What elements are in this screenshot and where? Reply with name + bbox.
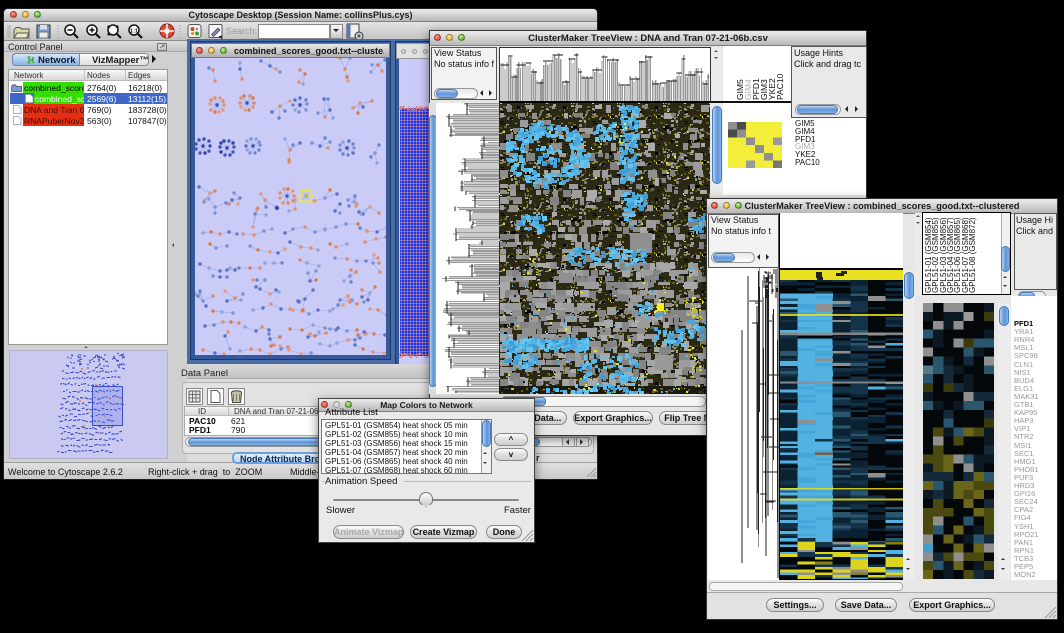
svg-text:1:1: 1:1: [130, 29, 138, 35]
